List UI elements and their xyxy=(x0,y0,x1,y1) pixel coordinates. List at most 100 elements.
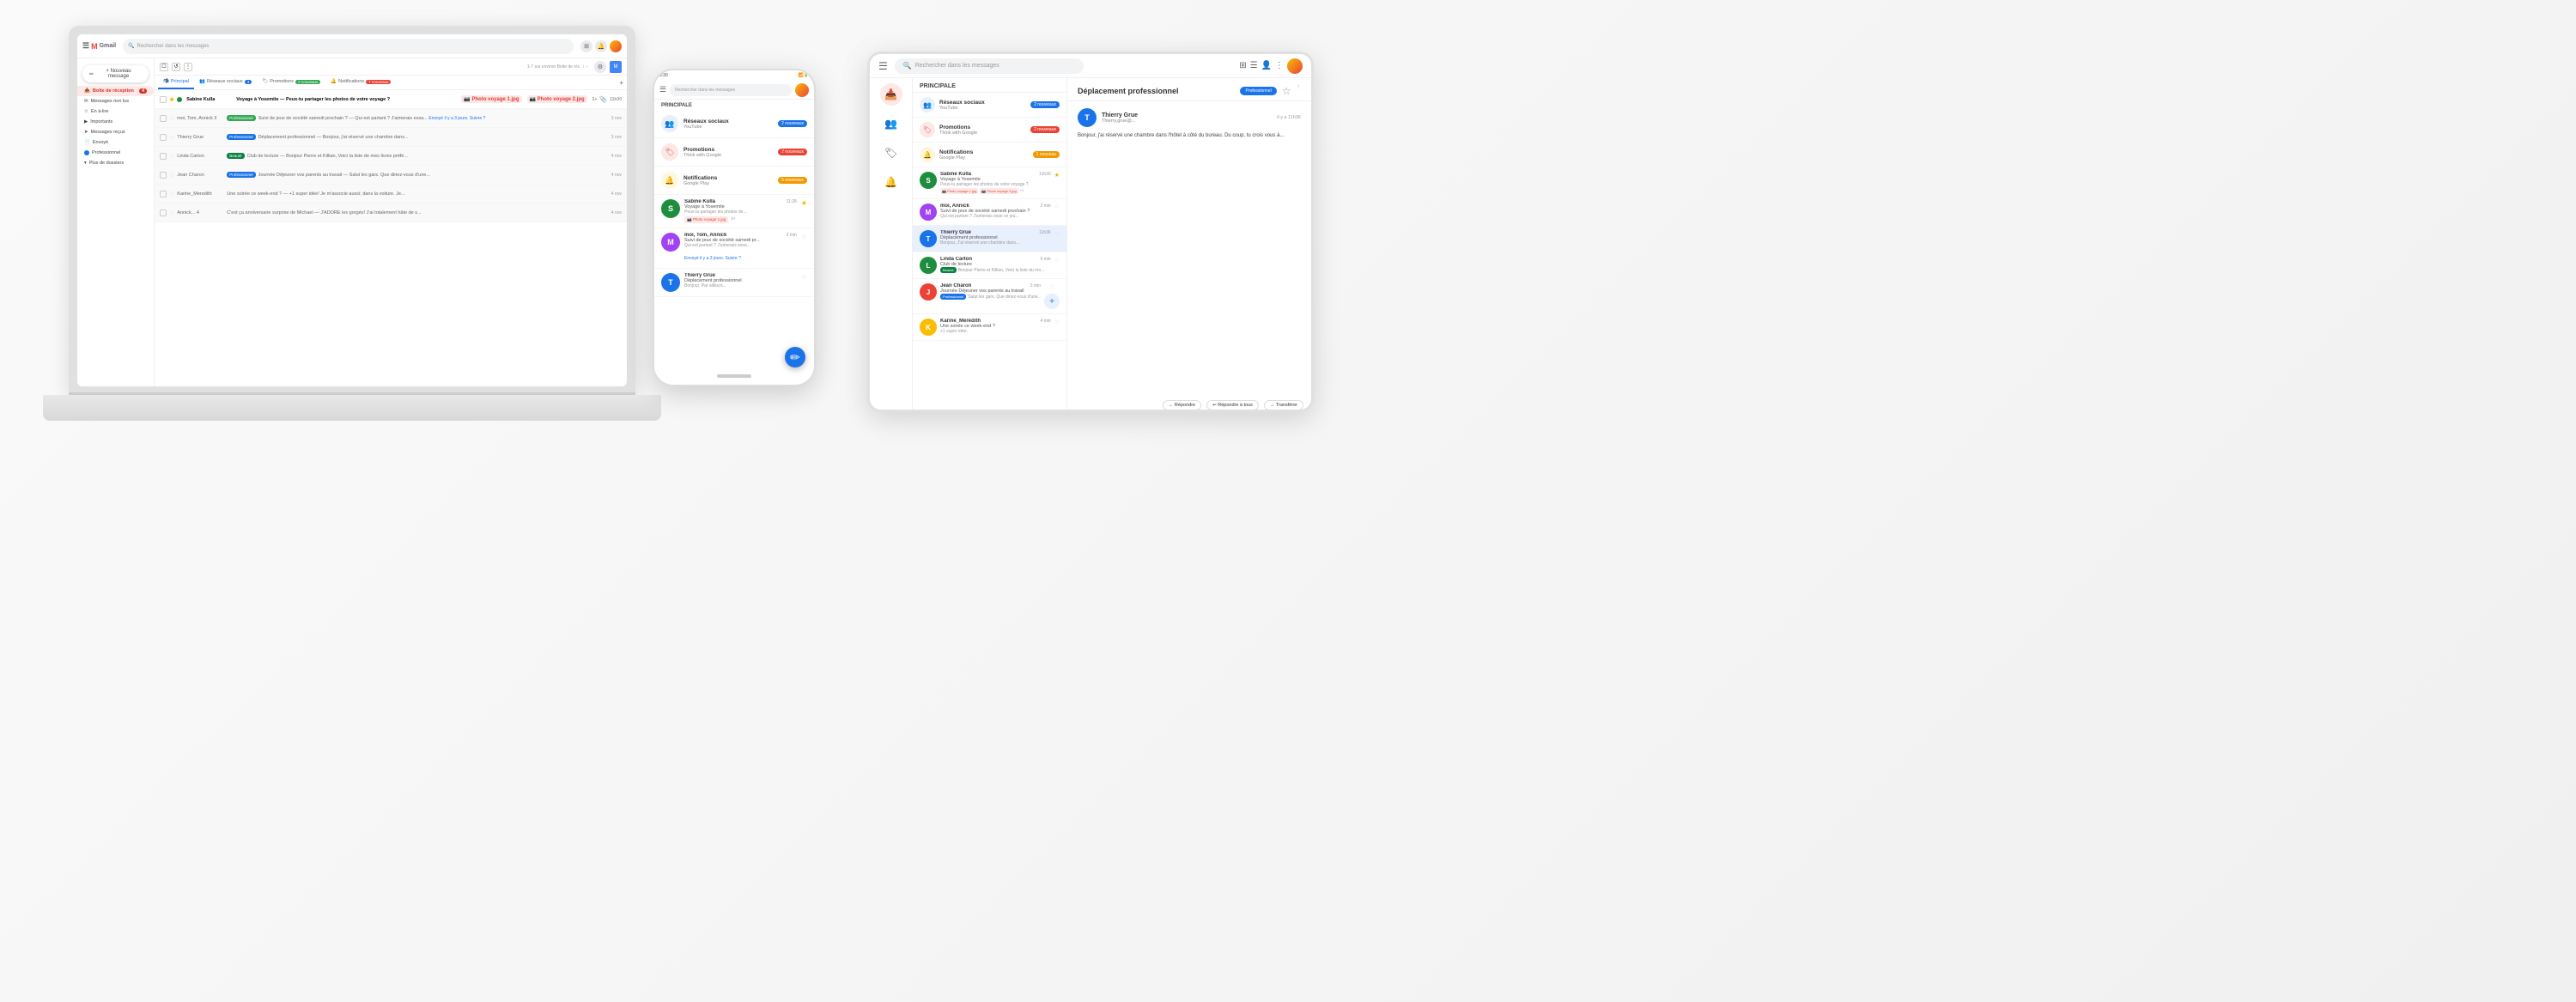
star-icon[interactable]: ☆ xyxy=(169,210,174,216)
tablet-grid-icon[interactable]: ⊞ xyxy=(1239,61,1246,70)
sidebar-item-more[interactable]: ▾ Plus de dossiers xyxy=(77,158,154,168)
reply-all-button[interactable]: ↩ Répondre à tous xyxy=(1206,400,1259,410)
star-icon[interactable]: ☆ xyxy=(169,191,174,197)
email-row[interactable]: ☆ moi, Tom, Annick 3 Professionnel Suivi… xyxy=(155,109,627,128)
tablet-star[interactable]: ☆ xyxy=(1054,257,1060,264)
phone-home-button[interactable] xyxy=(717,374,751,378)
tab-notifications[interactable]: 🔔 Notifications 7 nouveaux xyxy=(325,76,396,89)
refresh-icon[interactable]: ↺ xyxy=(172,63,180,71)
phone-menu-icon[interactable]: ☰ xyxy=(659,85,666,94)
photo-attachment-2: 📷 Photo voyage 2.jpg xyxy=(527,95,587,103)
email-checkbox[interactable] xyxy=(160,210,167,216)
email-checkbox[interactable] xyxy=(160,172,167,179)
detail-star-icon[interactable]: ☆ xyxy=(1282,85,1291,97)
tab-notifications-badge: 7 nouveaux xyxy=(366,80,391,84)
sidebar-item-professional[interactable]: Professionnel xyxy=(77,148,154,158)
hamburger-icon[interactable]: ☰ xyxy=(82,41,89,51)
tablet-compose-fab-row[interactable]: + xyxy=(1044,294,1060,309)
tablet-email-row[interactable]: S Sabine Kulla 11h30 Voyage à Yosemite P… xyxy=(913,167,1066,199)
tablet-star[interactable]: ☆ xyxy=(1049,283,1054,290)
email-row[interactable]: ☆ Linda Carton Beauté Club de lecture — … xyxy=(155,147,627,166)
email-row[interactable]: ★ Sabine Kulla Voyage à Yosemite — Peux-… xyxy=(155,90,627,109)
forward-button[interactable]: → Transférer xyxy=(1264,400,1303,410)
bell-icon[interactable]: 🔔 xyxy=(595,40,607,52)
sidebar-item-starred[interactable]: ☆ En à-lire xyxy=(77,106,154,117)
tab-promotions[interactable]: 🏷 Promotions 2 nouveaux xyxy=(257,76,325,89)
next-page-icon[interactable]: › xyxy=(586,64,587,70)
user-avatar[interactable] xyxy=(610,40,622,52)
email-checkbox[interactable] xyxy=(160,96,167,103)
phone-search-bar[interactable]: Rechercher dans les messages xyxy=(670,84,792,96)
tablet-reply-actions: ← Répondre ↩ Répondre à tous → Transfére… xyxy=(1163,400,1303,410)
phone-category-social[interactable]: 👥 Réseaux sociaux YouTube 2 nouveaux xyxy=(654,110,814,138)
phone-star[interactable]: ☆ xyxy=(801,233,807,240)
sidebar-item-sent[interactable]: ➤ Messages reçus xyxy=(77,127,154,137)
tablet-star[interactable]: ☆ xyxy=(1054,230,1060,237)
settings-icon[interactable]: ⚙ xyxy=(594,61,606,73)
phone-avatar[interactable] xyxy=(795,83,809,97)
add-tab-icon[interactable]: + xyxy=(619,76,623,89)
star-icon[interactable]: ☆ xyxy=(169,115,174,122)
phone-star[interactable]: ★ xyxy=(801,199,807,207)
tablet-star[interactable]: ★ xyxy=(1054,172,1060,179)
tablet-search-bar[interactable]: 🔍 Rechercher dans les messages xyxy=(895,58,1084,74)
tablet-email-row[interactable]: K Karine_Meredith 4 min Une soirée ce we… xyxy=(913,314,1066,341)
phone-category-promotions[interactable]: 🏷 Promotions Think with Google 2 nouveau… xyxy=(654,138,814,167)
tablet-star[interactable]: ☆ xyxy=(1054,319,1060,325)
tablet-sidebar-notifications[interactable]: 🔔 xyxy=(880,171,902,193)
email-row[interactable]: ☆ Jean Charon Professionnel Journée Déje… xyxy=(155,166,627,185)
star-icon[interactable]: ☆ xyxy=(169,172,174,179)
phone-link[interactable]: Envoyé il y a 3 jours. Suivre ? xyxy=(684,256,741,261)
phone-category-notifications[interactable]: 🔔 Notifications Google Play 5 nouveaux xyxy=(654,167,814,195)
tab-promotions-badge: 2 nouveaux xyxy=(295,80,320,84)
checkbox-all[interactable]: ☐ xyxy=(160,63,168,71)
tablet-email-row-selected[interactable]: T Thierry Grue 11h36 Déplacement profess… xyxy=(913,226,1066,252)
email-checkbox[interactable] xyxy=(160,115,167,122)
tablet-category-social[interactable]: 👥 Réseaux sociaux YouTube 2 nouveaux xyxy=(913,93,1066,118)
phone-email-row[interactable]: T Thierry Grue Déplacement professionnel… xyxy=(654,269,814,297)
tablet-email-row[interactable]: M moi, Annick 3 min Suivi de jeux de soc… xyxy=(913,199,1066,226)
tablet-email-row[interactable]: L Linda Carton 9 min Club de lecture Bea… xyxy=(913,252,1066,279)
sidebar-item-drafts[interactable]: 📄 Envoyé xyxy=(77,137,154,148)
tablet-category-promotions[interactable]: 🏷 Promotions Think with Google 2 nouveau… xyxy=(913,118,1066,143)
tablet-star[interactable]: ☆ xyxy=(1054,203,1060,210)
phone-star[interactable]: ☆ xyxy=(801,273,807,281)
detail-more-icon[interactable]: ⋮ xyxy=(1297,85,1302,90)
laptop-search-bar[interactable]: 🔍 Rechercher dans les messages xyxy=(123,39,574,54)
tablet-list-icon[interactable]: ☰ xyxy=(1250,61,1258,70)
phone-email-row[interactable]: M moi, Tom, Annick 3 min Suivi de jeux d… xyxy=(654,228,814,269)
tablet-sidebar-promotions[interactable]: 🏷 xyxy=(880,142,902,164)
email-checkbox[interactable] xyxy=(160,191,167,197)
tab-social[interactable]: 👥 Réseaux sociaux 4 xyxy=(194,76,257,89)
star-icon[interactable]: ☆ xyxy=(169,134,174,141)
email-row[interactable]: ☆ Thierry Grue Professionnel Déplacement… xyxy=(155,128,627,147)
email-row[interactable]: ☆ Karine_Meredith Une soirée ce week-end… xyxy=(155,185,627,203)
tablet-header: ☰ 🔍 Rechercher dans les messages ⊞ ☰ 👤 ⋮ xyxy=(870,54,1311,78)
phone-compose-fab[interactable]: ✏ xyxy=(785,347,805,367)
tablet-account-icon[interactable]: 👤 xyxy=(1261,61,1272,70)
tablet-promotions-icon: 🏷 xyxy=(920,122,935,137)
reply-button[interactable]: ← Répondre xyxy=(1163,400,1201,410)
apps-icon[interactable]: ⊞ xyxy=(580,40,592,52)
email-checkbox[interactable] xyxy=(160,134,167,141)
phone-email-row[interactable]: S Sabine Kulla 11:28 Voyage à Yosemite P… xyxy=(654,195,814,228)
email-checkbox[interactable] xyxy=(160,153,167,160)
meet-icon[interactable]: M xyxy=(610,61,622,73)
sidebar-item-inbox[interactable]: 📥 Boîte de réception 4 xyxy=(77,86,154,96)
tablet-avatar[interactable] xyxy=(1287,58,1303,74)
prev-page-icon[interactable]: ‹ xyxy=(583,64,585,70)
email-row[interactable]: ☆ Annick... 4 C'est ça anniversaire surp… xyxy=(155,203,627,222)
sidebar-item-important[interactable]: ▶ Importants xyxy=(77,117,154,127)
tablet-sidebar-social[interactable]: 👥 xyxy=(880,112,902,135)
tablet-category-notifications[interactable]: 🔔 Notifications Google Play 1 nouveau xyxy=(913,143,1066,167)
more-options-icon[interactable]: ⋮ xyxy=(184,63,192,71)
compose-button[interactable]: ✏ + Nouveau message xyxy=(82,65,149,82)
star-icon[interactable]: ★ xyxy=(169,96,174,103)
tablet-more-icon[interactable]: ⋮ xyxy=(1275,61,1284,70)
tablet-email-row[interactable]: J Jean Charon 3 min Journée Déjeuner vos… xyxy=(913,279,1066,314)
star-icon[interactable]: ☆ xyxy=(169,153,174,160)
tablet-menu-icon[interactable]: ☰ xyxy=(878,60,888,72)
sidebar-item-unread[interactable]: ✉ Messages non lus xyxy=(77,96,154,106)
tablet-sidebar-inbox[interactable]: 📥 xyxy=(880,83,902,106)
tab-principal[interactable]: 📬 Principal xyxy=(158,76,194,89)
